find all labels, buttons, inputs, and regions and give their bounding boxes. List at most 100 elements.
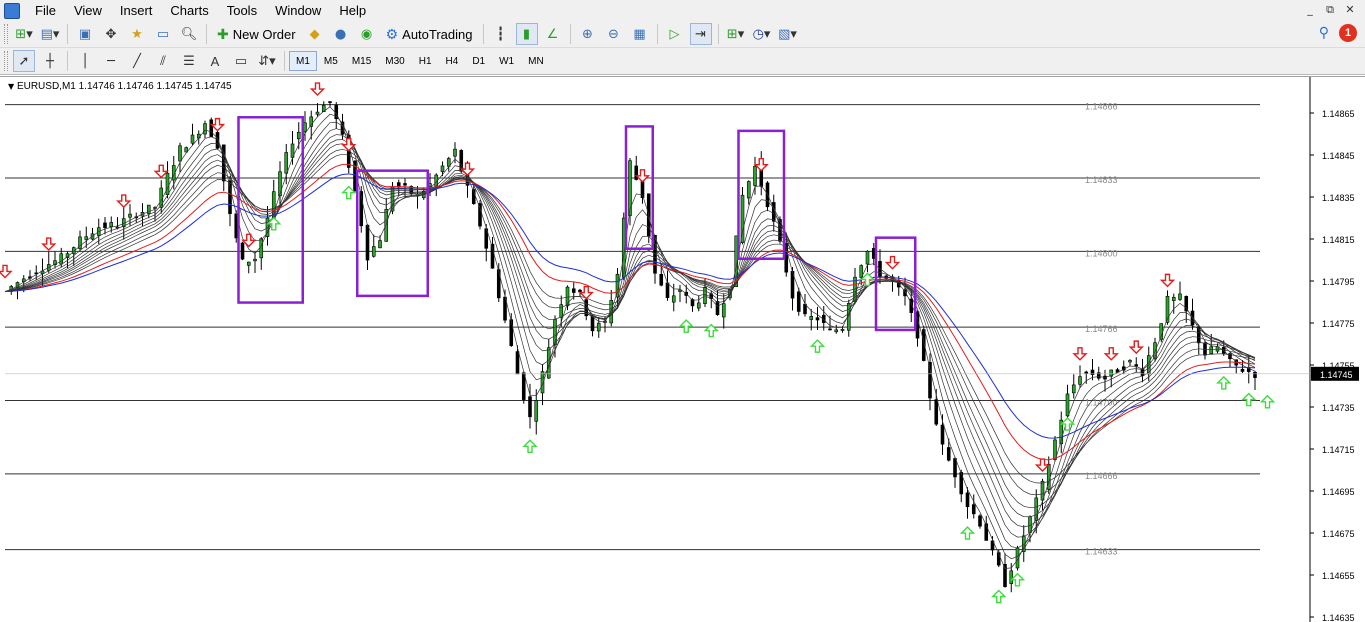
strategy-tester-icon[interactable]: 🔍︎ [178,23,200,45]
menu-tools[interactable]: Tools [218,0,266,21]
price-tick-label: 1.14735 [1322,403,1355,413]
toolbar-grip[interactable] [4,24,8,44]
cursor-icon[interactable]: ➚ [13,50,35,72]
price-tick-label: 1.14675 [1322,529,1355,539]
candle-body [1134,364,1139,367]
crosshair-icon[interactable]: ┼ [39,50,61,72]
candle-body [228,180,232,214]
candle-body [865,251,870,265]
autotrading-button[interactable]: ⚙ AutoTrading [382,23,477,45]
candle-body [84,236,89,240]
timeframe-h4[interactable]: H4 [439,51,466,71]
candle-body [1240,368,1245,372]
signals-icon[interactable]: ● [330,23,352,45]
timeframe-d1[interactable]: D1 [465,51,492,71]
menu-window[interactable]: Window [266,0,330,21]
text-label-icon[interactable]: ▭ [230,50,252,72]
candle-body [59,253,64,265]
timeframe-m15[interactable]: M15 [345,51,378,71]
metaeditor-icon[interactable]: ◆ [304,23,326,45]
candle-body [259,238,264,259]
candlesticks-icon[interactable]: ▮ [515,23,538,45]
menu-help[interactable]: Help [330,0,375,21]
timeframe-mn[interactable]: MN [521,51,551,71]
candle-body [328,101,332,103]
timeframe-w1[interactable]: W1 [492,51,521,71]
candle-body [528,396,532,418]
candle-body [496,269,501,299]
candle-body [746,181,751,199]
timeframe-h1[interactable]: H1 [412,51,439,71]
candle-body [571,288,576,293]
text-icon[interactable]: A [204,50,226,72]
price-tick-label: 1.14835 [1322,193,1355,203]
toolbar-separator [67,24,68,44]
candle-body [384,209,389,242]
autoscroll-icon[interactable]: ▷ [664,23,686,45]
arrows-icon[interactable]: ⇵▾ [256,50,278,72]
line-studies-toolbar: ➚ ┼ │ ─ ╱ ⫽ ☰ A ▭ ⇵▾ M1 M5 M15 M30 H1 H4… [0,48,1365,75]
profiles-icon[interactable]: ▤ ▾ [39,23,61,45]
chart-shift-icon[interactable]: ⇥ [689,23,712,45]
menu-insert[interactable]: Insert [111,0,162,21]
toolbar-separator [482,24,484,44]
candle-body [665,282,670,299]
sell-signal-arrow-icon [459,162,476,177]
candle-body [128,213,132,218]
collapse-arrow-icon[interactable]: ▼ [8,82,14,91]
price-tick-label: 1.14655 [1322,571,1355,581]
terminal-icon[interactable]: ▭ [152,23,174,45]
line-chart-icon[interactable]: ∠ [542,23,564,45]
candle-body [1071,384,1076,394]
candle-body [828,328,832,331]
menu-charts[interactable]: Charts [161,0,217,21]
toolbar-grip[interactable] [4,51,8,71]
level-label: 1.14833 [1085,175,1118,185]
indicators-icon[interactable]: ⊞ ▾ [725,23,747,45]
timeframe-m1[interactable]: M1 [289,51,317,71]
timeframe-m30[interactable]: M30 [378,51,411,71]
search-icon[interactable]: ⚲ [1319,25,1329,41]
tile-windows-icon[interactable]: ▦ [629,23,651,45]
candle-body [203,123,207,135]
sell-signal-arrow-icon [1159,273,1176,288]
chart-symbol-header: ▼ EURUSD,M1 1.14746 1.14746 1.14745 1.14… [8,81,232,92]
price-tick-label: 1.14865 [1322,109,1355,119]
data-window-icon[interactable]: ✥ [100,23,122,45]
sell-signal-arrow-icon [1103,347,1119,361]
market-icon[interactable]: ◉ [356,23,378,45]
chart-window[interactable]: 1.14866 1.14833 1.14800 1.14766 1.14700 1.146… [0,76,1365,622]
timeframe-m5[interactable]: M5 [317,51,345,71]
navigator-icon[interactable]: ★ [126,23,148,45]
zoom-out-icon[interactable]: ⊖ [603,23,625,45]
new-order-button[interactable]: ✚ New Order [213,23,300,45]
level-label: 1.14866 [1085,102,1118,112]
equidistant-channel-icon[interactable]: ⫽ [152,50,174,72]
buy-signal-arrow-icon [809,339,826,353]
autotrading-icon: ⚙ [385,25,399,42]
restore-icon[interactable]: ⧉ [1321,2,1339,18]
price-tick-label: 1.14795 [1322,277,1355,287]
candle-body [971,504,976,515]
vertical-line-icon[interactable]: │ [74,50,96,72]
zoom-in-icon[interactable]: ⊕ [577,23,599,45]
menu-file[interactable]: File [26,0,65,21]
sell-signal-arrow-icon [634,169,651,183]
market-watch-icon[interactable]: ▣ [74,23,96,45]
toolbar-separator [284,51,285,71]
new-chart-icon[interactable]: ⊞ ▾ [13,23,35,45]
sell-signal-arrow-icon [241,233,257,248]
buy-signal-arrow-icon [1059,417,1076,431]
horizontal-line-icon[interactable]: ─ [100,50,122,72]
templates-icon[interactable]: ▧ ▾ [777,23,799,45]
menu-view[interactable]: View [65,0,111,21]
trendline-icon[interactable]: ╱ [126,50,148,72]
candle-body [1128,360,1132,363]
price-chart[interactable]: 1.148661.148331.148001.147661.147001.146… [0,77,1365,622]
periods-icon[interactable]: ◷ ▾ [751,23,773,45]
bar-chart-icon[interactable]: ┇ [490,23,512,45]
close-icon[interactable]: ✕ [1341,2,1359,18]
fibonacci-icon[interactable]: ☰ [178,50,200,72]
minimize-icon[interactable]: _ [1301,2,1319,18]
notification-badge[interactable]: 1 [1339,24,1357,42]
